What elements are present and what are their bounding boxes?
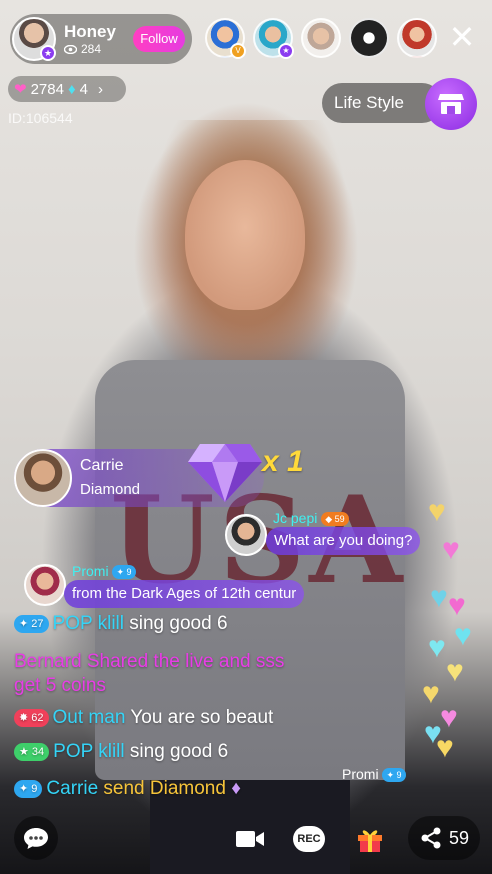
chat-message: Bernard Shared the live and sss get 5 co…	[14, 650, 284, 698]
level-value: 9	[31, 782, 38, 795]
camera-button[interactable]	[232, 822, 268, 856]
chat-username-text: Jc pepi	[273, 510, 318, 526]
host-name: Honey	[64, 22, 116, 41]
level-value: 9	[396, 770, 402, 781]
chat-message: ✸ 62 Out man You are so beaut	[14, 707, 273, 729]
chat-username-text: Promi	[72, 563, 109, 579]
chat-bubble: What are you doing?	[266, 527, 421, 555]
message-text: You are so beaut	[130, 707, 274, 728]
heart-count: 2784	[30, 80, 64, 98]
level-value: 27	[31, 617, 44, 630]
system-message-line: get 5 coins	[14, 675, 106, 696]
chat-username: Promi ✦ 9	[72, 563, 136, 580]
shop-button[interactable]	[425, 78, 477, 130]
heart-icon: ♥	[454, 619, 472, 652]
viewer-avatar[interactable]	[397, 18, 437, 58]
stats-pill[interactable]: ❤ 2784 ♦ 4 ›	[8, 76, 126, 102]
message-user[interactable]: Out man	[53, 707, 126, 728]
message-text: sing good 6	[129, 741, 229, 762]
gift-count: x 1	[262, 445, 304, 478]
chat-bubble-text: What are you doing?	[274, 532, 413, 549]
close-icon[interactable]: ✕	[446, 21, 478, 54]
level-value: 34	[31, 745, 45, 758]
message-user[interactable]: POP klill	[53, 613, 124, 634]
heart-icon: ❤	[14, 81, 27, 98]
level-badge: ✦ 9	[382, 768, 406, 783]
gift-sender-name: Carrie	[80, 457, 124, 474]
star-badge-icon: ★	[278, 43, 294, 59]
live-stream-view: USA ★ Honey 284 Follow V ★ ✕ ❤ 2784 ♦ 4	[0, 0, 492, 874]
level-badge: ✦ 9	[14, 779, 43, 798]
view-count-value: 284	[81, 42, 102, 56]
record-button[interactable]: REC	[291, 822, 327, 856]
floating-username: Promi ✦ 9	[342, 766, 406, 783]
floating-hearts: ♥ ♥ ♥ ♥ ♥ ♥ ♥ ♥ ♥ ♥ ♥	[420, 495, 490, 775]
heart-icon: ♥	[448, 589, 466, 622]
heart-icon: ♥	[430, 581, 448, 614]
chat-bubble: from the Dark Ages of 12th centur	[64, 580, 305, 608]
message-text: send Diamond	[103, 778, 226, 799]
level-badge-icon: V	[230, 43, 246, 59]
category-button[interactable]: Life Style	[322, 83, 442, 123]
video-camera-icon	[236, 831, 264, 847]
diamond-icon: ♦	[231, 778, 241, 799]
level-badge: ✦ 9	[112, 565, 136, 580]
rec-icon: REC	[293, 826, 325, 852]
room-id: ID:106544	[8, 110, 73, 126]
chat-button[interactable]	[14, 816, 58, 860]
chat-message: ★ 34 POP klill sing good 6	[14, 741, 228, 763]
rec-label: REC	[297, 833, 321, 845]
eye-icon	[64, 44, 77, 54]
heart-icon: ♥	[442, 533, 460, 566]
level-badge: ✸ 62	[14, 708, 49, 727]
chat-message: ✦ 27 POP klill sing good 6	[14, 613, 228, 635]
share-button[interactable]: 59	[408, 816, 480, 860]
heart-icon: ♥	[440, 701, 458, 734]
view-count: 284	[64, 42, 116, 56]
diamond-gift-icon	[188, 444, 262, 502]
viewer-avatar[interactable]: ★	[253, 18, 294, 59]
viewer-avatar[interactable]	[301, 18, 341, 58]
share-count: 59	[448, 827, 470, 848]
diamond-count: 4	[79, 80, 88, 98]
system-message-line: Bernard Shared the live and sss	[14, 651, 285, 672]
message-user[interactable]: Carrie	[46, 778, 98, 799]
chat-avatar[interactable]	[24, 564, 66, 606]
level-value: 59	[334, 514, 345, 525]
message-user[interactable]: POP klill	[53, 741, 124, 762]
follow-button[interactable]: Follow	[133, 26, 185, 52]
heart-icon: ♥	[422, 677, 440, 710]
level-value: 9	[126, 567, 132, 578]
store-icon	[438, 94, 464, 114]
gift-sender-avatar[interactable]	[14, 449, 72, 507]
heart-icon: ♥	[428, 631, 446, 664]
star-badge-icon: ★	[40, 45, 56, 61]
level-value: 62	[31, 711, 44, 724]
message-text: sing good 6	[129, 613, 228, 634]
gift-box-icon	[358, 830, 382, 852]
level-badge: ★ 34	[14, 742, 50, 761]
level-badge: ◆ 59	[321, 512, 349, 527]
diamond-icon: ♦	[67, 80, 76, 98]
background-face	[185, 160, 305, 310]
chat-bubble-icon	[24, 828, 48, 849]
heart-icon: ♥	[446, 655, 464, 688]
viewer-list: V ★	[205, 18, 437, 59]
gift-item-name: Diamond	[80, 481, 141, 498]
viewer-avatar[interactable]	[349, 18, 389, 58]
heart-icon: ♥	[436, 731, 454, 764]
host-avatar[interactable]: ★	[12, 17, 56, 61]
level-badge: ✦ 27	[14, 614, 49, 633]
chat-bubble-text: from the Dark Ages of 12th centur	[72, 585, 297, 602]
chat-message: ✦ 9 Carrie send Diamond ♦	[14, 778, 241, 800]
chevron-right-icon: ›	[97, 80, 103, 98]
heart-icon: ♥	[428, 495, 446, 528]
share-icon	[421, 827, 441, 849]
chat-avatar[interactable]	[225, 514, 267, 556]
gift-button[interactable]	[352, 822, 388, 856]
viewer-avatar[interactable]: V	[205, 18, 246, 59]
chat-username: Jc pepi ◆ 59	[273, 510, 349, 527]
floating-username-text: Promi	[342, 766, 379, 782]
